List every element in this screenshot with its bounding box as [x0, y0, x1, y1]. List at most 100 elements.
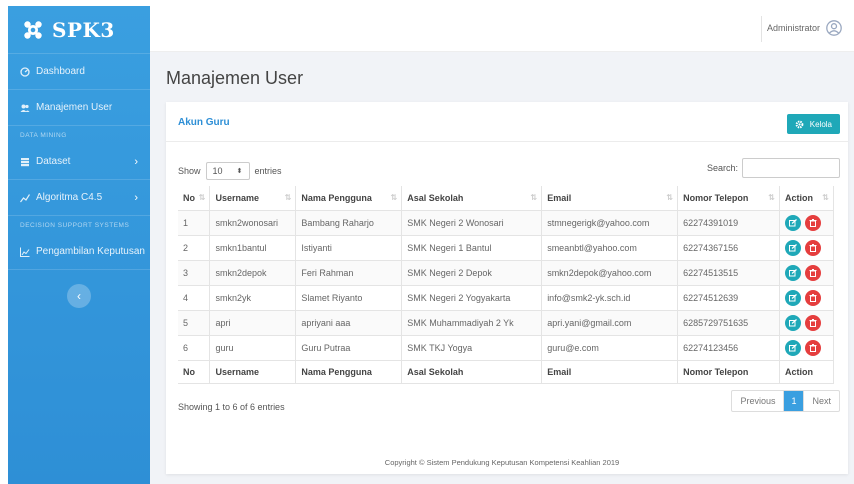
column-header-no[interactable]: No ⇅ [178, 186, 211, 211]
table-cell: smkn1bantul [209, 235, 297, 261]
table-cell: 6285729751635 [677, 310, 780, 336]
delete-button[interactable] [804, 239, 821, 256]
table-header-row: No ⇅ Username ⇅ Nama Pengguna ⇅ Asal Sekola… [178, 186, 835, 211]
table-cell: Guru Putraa [295, 335, 403, 361]
brand-logo-icon [24, 20, 42, 39]
show-label: Show [178, 166, 201, 176]
table-cell: guru@e.com [541, 335, 679, 361]
table-cell: apri.yani@gmail.com [541, 310, 679, 336]
table-cell: 62274367156 [677, 235, 780, 261]
footer-header-sekolah: Asal Sekolah [401, 359, 543, 384]
edit-button[interactable] [784, 339, 801, 356]
table-cell: SMK TKJ Yogya [401, 335, 543, 361]
table-cell: smkn2depok [209, 260, 297, 286]
table-row: 6 guru Guru Putraa SMK TKJ Yogya guru@e.com 6… [178, 335, 835, 361]
trash-icon [809, 268, 817, 277]
next-page-button[interactable]: Next [803, 391, 839, 411]
sort-icon: ⇅ [198, 193, 206, 202]
table-row: 4 smkn2yk Slamet Riyanto SMK Negeri 2 Yogya… [178, 285, 835, 311]
table-cell: Slamet Riyanto [295, 285, 403, 311]
sidebar-item-label: Pengambilan Keputusan [36, 246, 145, 257]
kelola-button[interactable]: Kelola [786, 114, 840, 134]
delete-button[interactable] [804, 214, 821, 231]
search-label: Search: [706, 163, 738, 173]
edit-button[interactable] [784, 239, 801, 256]
footer-header-username: Username [209, 359, 297, 384]
delete-button[interactable] [804, 289, 821, 306]
sort-icon: ⇅ [666, 193, 674, 202]
section-header-dss: DECISION SUPPORT SYSTEMS [20, 221, 130, 229]
edit-icon [788, 218, 797, 226]
previous-page-button[interactable]: Previous [732, 391, 785, 411]
footer-header-action: Action [779, 359, 835, 384]
sort-icon: ⇅ [284, 193, 292, 202]
users-table: No ⇅ Username ⇅ Nama Pengguna ⇅ Asal Sekola… [178, 186, 835, 384]
sidebar-item-algoritma[interactable]: Algoritma C4.5 › [8, 180, 150, 216]
action-cell [779, 260, 835, 286]
database-icon [21, 157, 29, 166]
column-header-nama[interactable]: Nama Pengguna ⇅ [295, 186, 403, 211]
table-cell: SMK Negeri 1 Bantul [401, 235, 543, 261]
delete-button[interactable] [804, 339, 821, 356]
sidebar-item-dashboard[interactable]: Dashboard [8, 54, 150, 90]
gear-icon [795, 120, 804, 128]
table-cell: 62274512639 [677, 285, 780, 311]
table-row: 2 smkn1bantul Istiyanti SMK Negeri 1 Bantul… [178, 235, 835, 261]
table-cell: 62274513515 [677, 260, 780, 286]
sidebar-collapse-button[interactable]: ‹ [67, 284, 91, 308]
sidebar-item-label: Dashboard [36, 66, 85, 77]
table-cell: 2 [178, 235, 211, 261]
table-cell: SMK Muhammadiyah 2 Yk [401, 310, 543, 336]
area-chart-icon [20, 247, 30, 257]
delete-button[interactable] [804, 264, 821, 281]
edit-button[interactable] [784, 314, 801, 331]
table-cell: smkn2yk [209, 285, 297, 311]
kelola-label: Kelola [809, 119, 832, 129]
column-header-sekolah[interactable]: Asal Sekolah ⇅ [401, 186, 543, 211]
table-cell: apri [209, 310, 297, 336]
table-cell: Bambang Raharjo [295, 210, 403, 236]
table-cell: smkn2depok@yahoo.com [541, 260, 679, 286]
action-cell [779, 210, 835, 236]
table-cell: 1 [178, 210, 211, 236]
brand[interactable]: SPK3 [8, 6, 150, 54]
trash-icon [809, 343, 817, 352]
table-cell: guru [209, 335, 297, 361]
sidebar-item-pengambilan-keputusan[interactable]: Pengambilan Keputusan [8, 234, 150, 270]
entries-label: entries [254, 166, 282, 176]
sidebar-item-label: Dataset [36, 156, 71, 167]
user-menu[interactable]: Administrator [767, 20, 842, 36]
action-cell [779, 310, 835, 336]
table-info: Showing 1 to 6 of 6 entries [178, 402, 285, 412]
edit-button[interactable] [784, 264, 801, 281]
select-arrows-icon: ⬍ [236, 168, 243, 175]
trash-icon [809, 293, 817, 302]
user-card: Akun Guru Kelola Show 10 ⬍ entries Searc… [166, 102, 848, 474]
table-cell: 62274391019 [677, 210, 780, 236]
main-content: Manajemen User Akun Guru Kelola Show 10 … [150, 52, 854, 484]
entries-select[interactable]: 10 ⬍ [205, 162, 250, 180]
page-button-1[interactable]: 1 [784, 391, 804, 411]
column-header-username[interactable]: Username ⇅ [209, 186, 297, 211]
topbar-divider [761, 16, 762, 42]
chart-line-icon [20, 193, 30, 202]
user-avatar-icon [826, 20, 842, 36]
delete-button[interactable] [804, 314, 821, 331]
search-input[interactable] [742, 158, 840, 178]
table-cell: info@smk2-yk.sch.id [541, 285, 679, 311]
sidebar-item-manajemen-user[interactable]: Manajemen User [8, 90, 150, 126]
user-name: Administrator [766, 23, 820, 33]
search-box: Search: [707, 158, 840, 178]
topbar: Administrator [150, 6, 854, 52]
edit-button[interactable] [784, 214, 801, 231]
sidebar-item-dataset[interactable]: Dataset › [8, 144, 150, 180]
brand-name: SPK3 [52, 17, 115, 42]
sort-icon: ⇅ [390, 193, 398, 202]
trash-icon [809, 318, 817, 327]
card-title: Akun Guru [178, 117, 230, 128]
footer-header-nama: Nama Pengguna [295, 359, 403, 384]
column-header-email[interactable]: Email ⇅ [541, 186, 679, 211]
column-header-telepon[interactable]: Nomor Telepon ⇅ [677, 186, 780, 211]
edit-button[interactable] [784, 289, 801, 306]
chevron-right-icon: › [134, 191, 138, 204]
